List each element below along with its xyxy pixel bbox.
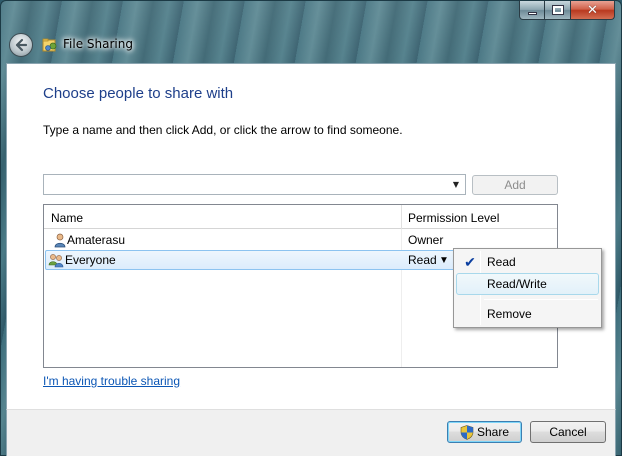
menu-item-label: Remove [487,307,532,321]
menu-item-label: Read/Write [487,277,547,291]
menu-item-remove[interactable]: Remove [456,303,599,325]
share-button-label: Share [476,425,510,439]
group-icon [48,254,64,268]
list-item-permission: Owner [408,233,444,247]
caption-buttons: ✕ [519,1,615,21]
minimize-icon [527,11,537,15]
column-header-permission[interactable]: Permission Level [408,211,499,225]
column-header-name[interactable]: Name [51,211,83,225]
menu-separator [484,299,598,300]
share-button[interactable]: Share [447,421,522,443]
dialog-content: Choose people to share with Type a name … [6,63,616,409]
list-item-amaterasu[interactable]: Amaterasu Owner [45,230,556,250]
footer-bar: Share Cancel [6,409,616,456]
list-item-name: Amaterasu [67,233,126,247]
permission-context-menu: ✔ Read Read/Write Remove [453,248,602,328]
menu-item-read[interactable]: ✔ Read [456,251,599,273]
maximize-icon [551,5,564,15]
back-button[interactable] [9,33,33,57]
permission-dropdown-arrow-icon[interactable]: ▼ [439,255,449,266]
cancel-button[interactable]: Cancel [530,421,606,443]
add-button[interactable]: Add [472,175,558,195]
permission-dropdown[interactable]: Read [408,253,437,267]
close-button[interactable]: ✕ [571,1,615,20]
close-icon: ✕ [587,2,598,18]
maximize-button[interactable] [545,1,571,20]
trouble-sharing-link[interactable]: I'm having trouble sharing [43,374,180,388]
minimize-button[interactable] [519,1,545,20]
dropdown-arrow-icon[interactable]: ▼ [449,177,463,192]
uac-shield-icon [460,424,474,440]
menu-item-label: Read [487,255,516,269]
menu-item-read-write[interactable]: Read/Write [456,273,599,295]
list-item-name: Everyone [65,253,116,267]
column-divider[interactable] [401,205,402,229]
checkmark-icon: ✔ [464,253,476,270]
window-title: File Sharing [63,37,133,51]
list-header: Name Permission Level [44,205,557,229]
user-icon [54,233,66,248]
instruction-text: Type a name and then click Add, or click… [43,123,403,137]
back-arrow-icon [15,38,28,52]
file-sharing-icon [42,38,57,52]
page-title: Choose people to share with [43,85,234,102]
name-combo-box[interactable]: ▼ [43,174,466,195]
